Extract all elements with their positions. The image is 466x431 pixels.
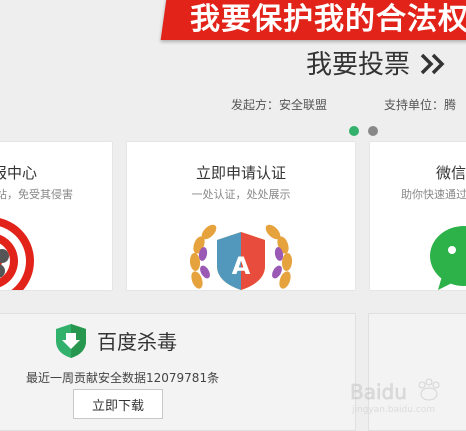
shield-download-icon [56,324,86,358]
card-title: 立即申请认证 [195,164,286,182]
wechat-icon [430,226,466,290]
card-subtitle: 一处认证，处处展示 [191,188,291,201]
download-button[interactable]: 立即下载 [73,389,163,419]
certification-card[interactable]: 立即申请认证 一处认证，处处展示 A [127,142,355,290]
card-title: 报中心 [0,164,38,182]
baidu-paw-icon: Baidu jingyan.baidu.com [350,378,440,415]
vote-link[interactable]: 我要投票 [306,44,446,81]
target-icon [0,218,34,290]
carousel-indicator [349,121,382,140]
card-subtitle: 助你快速通过 [401,188,466,201]
supporter-text: 支持单位：腾 [384,98,457,112]
certification-badge-icon: A [189,224,293,290]
antivirus-name: 百度杀毒 [97,330,177,354]
antivirus-stat: 最近一周贡献安全数据12079781条 [26,371,220,385]
vote-label: 我要投票 [306,50,411,80]
carousel-dot-active[interactable] [349,126,359,136]
double-chevron-right-icon [421,53,445,75]
watermark-sub: jingyan.baidu.com [351,405,435,415]
banner-title: 我要保护我的合法权 [190,2,466,37]
report-center-card[interactable]: 报中心 站，免受其侵害 [0,142,112,290]
wechat-card[interactable]: 微信 助你快速通过 [370,142,466,290]
initiator-text: 发起方：安全联盟 [231,98,328,112]
baidu-watermark: Baidu jingyan.baidu.com [350,375,460,419]
card-title: 微信 [436,164,466,182]
card-subtitle: 站，免受其侵害 [0,188,73,201]
carousel-dot[interactable] [368,126,379,136]
badge-letter: A [232,252,251,280]
watermark-text: Baidu [350,380,407,404]
